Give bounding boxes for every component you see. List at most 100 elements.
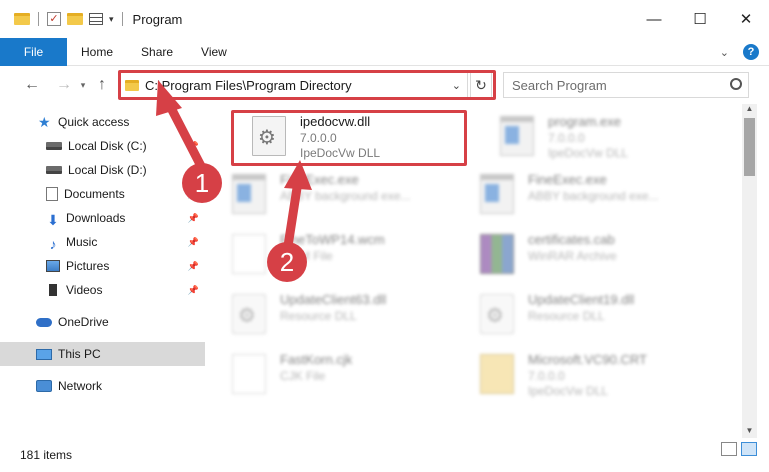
file-item-finetowp14-wcm[interactable]: FineToWP14.wcm WCM File bbox=[210, 228, 460, 280]
sidebar-item-label: Music bbox=[66, 235, 98, 249]
title-bar: ✓ ▾ Program — ☐ ✕ bbox=[0, 0, 769, 38]
file-item-certificates-cab[interactable]: certificates.cab WinRAR Archive bbox=[458, 228, 708, 280]
file-highlight-box bbox=[231, 110, 467, 166]
tab-view[interactable]: View bbox=[187, 45, 241, 59]
help-icon[interactable]: ? bbox=[743, 44, 759, 60]
network-icon bbox=[36, 380, 52, 392]
item-count: 181 items bbox=[20, 448, 73, 462]
dll-icon bbox=[232, 294, 266, 334]
properties-check-icon[interactable]: ✓ bbox=[47, 12, 61, 26]
file-item-updateclient63-dll[interactable]: UpdateClient63.dll Resource DLL bbox=[210, 288, 460, 340]
sidebar-item-music[interactable]: ♪ Music 📌 bbox=[0, 230, 205, 254]
pin-icon[interactable]: 📌 bbox=[188, 237, 199, 248]
file-description: IpeDocVw DLL bbox=[548, 146, 629, 160]
file-type: CJK File bbox=[280, 369, 326, 383]
folder-zip-icon bbox=[480, 354, 514, 394]
this-pc-icon bbox=[36, 348, 52, 360]
back-arrow-icon[interactable]: ← bbox=[20, 76, 44, 94]
file-item-fineexec-exe[interactable]: FineExec.exe ABBY background exe... bbox=[458, 168, 708, 220]
file-name: UpdateClient63.dll bbox=[280, 292, 387, 307]
pin-icon[interactable]: 📌 bbox=[188, 261, 199, 272]
properties-icon[interactable] bbox=[89, 13, 103, 25]
expand-ribbon-icon[interactable]: ⌄ bbox=[720, 46, 729, 59]
videos-icon bbox=[46, 284, 60, 296]
window-controls: — ☐ ✕ bbox=[631, 0, 769, 38]
sidebar-item-label: Downloads bbox=[66, 211, 126, 225]
documents-icon bbox=[46, 187, 58, 201]
scroll-down-icon[interactable]: ▼ bbox=[742, 426, 757, 438]
search-placeholder: Search Program bbox=[512, 77, 607, 93]
file-name: FineToWP14.wcm bbox=[280, 232, 385, 247]
scroll-up-icon[interactable]: ▲ bbox=[742, 104, 757, 116]
up-arrow-icon[interactable]: ↑ bbox=[90, 76, 114, 94]
recent-locations-icon[interactable]: ▾ bbox=[76, 80, 90, 91]
file-item-fastkorn-cjk[interactable]: FastKorn.cjk CJK File bbox=[210, 348, 460, 400]
sidebar-item-quick-access[interactable]: ★ Quick access bbox=[0, 110, 205, 134]
file-item-microsoft-vc90-crt[interactable]: Microsoft.VC90.CRT 7.0.0.0 IpeDocVw DLL bbox=[458, 348, 708, 400]
details-view-icon[interactable] bbox=[721, 442, 737, 456]
forward-arrow-icon[interactable]: → bbox=[52, 76, 76, 94]
tab-home[interactable]: Home bbox=[67, 45, 127, 59]
file-item-updateclient19-dll[interactable]: UpdateClient19.dll Resource DLL bbox=[458, 288, 708, 340]
tab-share[interactable]: Share bbox=[127, 45, 187, 59]
pin-icon[interactable]: 📌 bbox=[188, 213, 199, 224]
music-icon: ♪ bbox=[49, 236, 57, 252]
customize-toolbar-icon[interactable]: ▾ bbox=[109, 14, 114, 25]
sidebar-item-onedrive[interactable]: OneDrive bbox=[0, 310, 205, 334]
file-item-fineexec-exe[interactable]: FineExec.exe ABBY background exe... bbox=[210, 168, 460, 220]
file-name: FastKorn.cjk bbox=[280, 352, 353, 367]
file-type: ABBY background exe... bbox=[280, 189, 411, 203]
document-icon bbox=[232, 234, 266, 274]
sidebar-item-documents[interactable]: Documents 📌 bbox=[0, 182, 205, 206]
exe-icon bbox=[232, 174, 266, 214]
scrollbar-thumb[interactable] bbox=[744, 118, 755, 176]
quick-access-toolbar: ✓ ▾ bbox=[0, 12, 125, 26]
navigation-pane: ★ Quick access Local Disk (C:) 📌 Local D… bbox=[0, 108, 205, 438]
dll-icon bbox=[480, 294, 514, 334]
sidebar-item-this-pc[interactable]: This PC bbox=[0, 342, 205, 366]
file-name: UpdateClient19.dll bbox=[528, 292, 635, 307]
winrar-icon bbox=[480, 234, 514, 274]
vertical-scrollbar[interactable]: ▲ ▼ bbox=[742, 104, 757, 438]
sidebar-item-label: This PC bbox=[58, 347, 101, 361]
maximize-button[interactable]: ☐ bbox=[677, 0, 723, 38]
file-name: FineExec.exe bbox=[280, 172, 359, 187]
onedrive-icon bbox=[36, 317, 52, 327]
window-title: Program bbox=[132, 11, 183, 27]
close-button[interactable]: ✕ bbox=[723, 0, 769, 38]
sidebar-item-label: Documents bbox=[64, 187, 125, 201]
sidebar-item-label: OneDrive bbox=[58, 315, 109, 329]
search-input[interactable]: Search Program bbox=[503, 72, 749, 98]
pin-icon[interactable]: 📌 bbox=[188, 189, 199, 200]
star-icon: ★ bbox=[38, 113, 51, 130]
pin-icon[interactable]: 📌 bbox=[188, 285, 199, 296]
tab-file[interactable]: File bbox=[0, 37, 67, 66]
sidebar-item-local-disk-d[interactable]: Local Disk (D:) bbox=[0, 158, 205, 182]
exe-icon bbox=[480, 174, 514, 214]
large-icons-view-icon[interactable] bbox=[741, 442, 757, 456]
search-icon bbox=[730, 78, 742, 90]
drive-icon bbox=[46, 142, 62, 150]
sidebar-item-label: Network bbox=[58, 379, 103, 393]
file-type: Resource DLL bbox=[280, 309, 357, 323]
sidebar-item-network[interactable]: Network bbox=[0, 374, 205, 398]
ribbon-right-controls: ⌄ ? bbox=[720, 44, 759, 60]
file-description: IpeDocVw DLL bbox=[528, 384, 609, 398]
file-name: Microsoft.VC90.CRT bbox=[528, 352, 647, 367]
file-version: 7.0.0.0 bbox=[548, 131, 585, 145]
sidebar-item-videos[interactable]: Videos 📌 bbox=[0, 278, 205, 302]
sidebar-item-local-disk-c[interactable]: Local Disk (C:) 📌 bbox=[0, 134, 205, 158]
sidebar-item-label: Local Disk (C:) bbox=[68, 139, 147, 153]
folder-icon bbox=[14, 13, 30, 25]
pin-icon[interactable]: 📌 bbox=[188, 141, 199, 152]
new-folder-icon[interactable] bbox=[67, 13, 83, 25]
document-icon bbox=[232, 354, 266, 394]
sidebar-item-pictures[interactable]: Pictures 📌 bbox=[0, 254, 205, 278]
file-item-program-exe[interactable]: program.exe 7.0.0.0 IpeDocVw DLL bbox=[478, 110, 728, 162]
file-name: certificates.cab bbox=[528, 232, 615, 247]
sidebar-item-downloads[interactable]: ⬇ Downloads 📌 bbox=[0, 206, 205, 230]
status-bar: 181 items bbox=[0, 438, 769, 472]
sidebar-item-label: Quick access bbox=[58, 115, 130, 129]
minimize-button[interactable]: — bbox=[631, 0, 677, 38]
sidebar-item-label: Local Disk (D:) bbox=[68, 163, 147, 177]
